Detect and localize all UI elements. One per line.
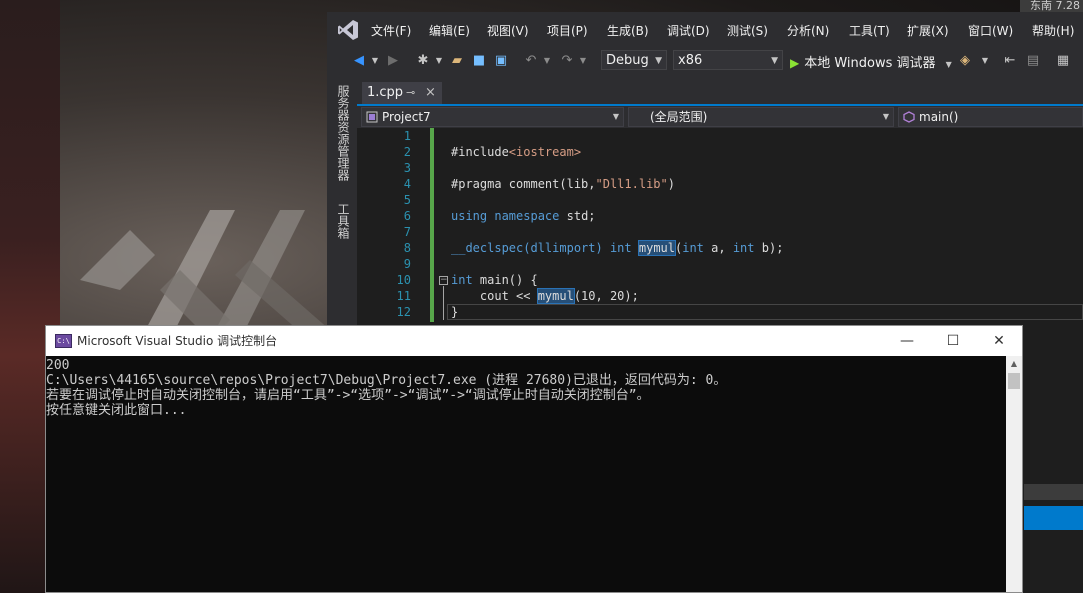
change-tracking-bar: [430, 128, 434, 322]
chevron-down-icon: ▼: [945, 60, 952, 69]
undo-icon[interactable]: ↶: [523, 53, 539, 69]
right-panel-header: [1024, 484, 1083, 500]
scrollbar-thumb[interactable]: [1008, 373, 1020, 389]
cpp-project-icon: [366, 111, 378, 123]
open-folder-icon[interactable]: ▰: [449, 53, 465, 69]
navigation-bar: Project7 ▼ (全局范围) ▼ main(): [357, 106, 1083, 128]
chevron-down-icon: ▼: [882, 112, 889, 121]
browse-dropdown-icon[interactable]: ▼: [977, 53, 993, 69]
line-number: 9: [403, 257, 411, 271]
reference-highlight: mymul: [637, 240, 677, 256]
toolbox-tab[interactable]: 工具箱: [335, 203, 350, 239]
menu-build[interactable]: 生成(B): [607, 22, 649, 40]
menu-tools[interactable]: 工具(T): [849, 22, 890, 40]
menu-project[interactable]: 项目(P): [547, 22, 588, 40]
scope-select[interactable]: (全局范围) ▼: [628, 107, 894, 127]
menu-debug[interactable]: 调试(D): [667, 22, 710, 40]
menu-analyze[interactable]: 分析(N): [787, 22, 829, 40]
new-item-icon[interactable]: ✱: [415, 53, 431, 69]
code-line: }: [451, 305, 459, 319]
line-number: 3: [403, 161, 411, 175]
method-icon: [903, 111, 915, 123]
save-icon[interactable]: ■: [471, 53, 487, 69]
play-icon: ▶: [790, 56, 800, 70]
menu-edit[interactable]: 编辑(E): [429, 22, 470, 40]
console-line: 200: [46, 358, 70, 373]
console-line: C:\Users\44165\source\repos\Project7\Deb…: [46, 373, 727, 388]
member-select[interactable]: main(): [898, 107, 1083, 127]
console-scrollbar[interactable]: ▲: [1006, 356, 1022, 592]
menu-bar: 文件(F) 编辑(E) 视图(V) 项目(P) 生成(B) 调试(D) 测试(S…: [327, 12, 1083, 47]
code-line: __declspec(dllimport) int mymul(int a, i…: [451, 240, 784, 256]
menu-file[interactable]: 文件(F): [371, 22, 411, 40]
line-number: 10: [396, 273, 411, 287]
chevron-down-icon: ▼: [612, 112, 619, 121]
current-line-highlight: [447, 304, 1083, 320]
menu-view[interactable]: 视图(V): [487, 22, 529, 40]
line-number: 5: [403, 193, 411, 207]
code-line: int main() {: [451, 273, 538, 287]
step-icon[interactable]: ⇤: [1002, 53, 1018, 69]
visual-studio-logo-icon: [338, 20, 358, 40]
line-number: 8: [403, 241, 411, 255]
solution-configuration-select[interactable]: Debug ▼: [601, 50, 667, 70]
reference-highlight: mymul: [536, 288, 575, 304]
back-icon[interactable]: ◀: [351, 53, 367, 69]
save-all-icon[interactable]: ▣: [493, 53, 509, 69]
forward-icon[interactable]: ▶: [385, 53, 401, 69]
line-number: 6: [403, 209, 411, 223]
tab-1-cpp[interactable]: 1.cpp ⊸ ×: [362, 82, 442, 104]
undo-dropdown-icon[interactable]: ▼: [539, 53, 555, 69]
console-title: Microsoft Visual Studio 调试控制台: [77, 334, 278, 348]
line-number: 1: [403, 129, 411, 143]
console-line: 按任意键关闭此窗口...: [46, 403, 187, 418]
server-explorer-tab[interactable]: 服务器资源管理器: [335, 85, 350, 181]
code-line: #include<iostream>: [451, 145, 582, 159]
document-tab-well: 1.cpp ⊸ ×: [357, 80, 1083, 104]
minimize-button[interactable]: —: [884, 326, 930, 356]
pin-icon[interactable]: ⊸: [406, 82, 415, 104]
line-number: 11: [396, 289, 411, 303]
chevron-down-icon: ▼: [771, 56, 778, 66]
code-line: #pragma comment(lib,"Dll1.lib"): [451, 177, 675, 191]
console-app-icon: C:\: [55, 334, 72, 348]
menu-help[interactable]: 帮助(H): [1032, 22, 1074, 40]
redo-dropdown-icon[interactable]: ▼: [575, 53, 591, 69]
new-item-dropdown-icon[interactable]: ▼: [431, 53, 447, 69]
browse-icon[interactable]: ◈: [957, 53, 973, 69]
project-select[interactable]: Project7 ▼: [361, 107, 624, 127]
line-number: 7: [403, 225, 411, 239]
line-number: 4: [403, 177, 411, 191]
collapse-icon[interactable]: −: [439, 276, 448, 285]
code-line: cout << mymul(10, 20);: [451, 288, 639, 304]
menu-test[interactable]: 测试(S): [727, 22, 768, 40]
maximize-button[interactable]: ☐: [930, 326, 976, 356]
back-dropdown-icon[interactable]: ▼: [367, 53, 383, 69]
code-line: using namespace std;: [451, 209, 596, 223]
debug-console-window: C:\ Microsoft Visual Studio 调试控制台 — ☐ ✕ …: [45, 325, 1023, 593]
right-panel-selected-row[interactable]: [1024, 506, 1083, 530]
toolbar-overflow-icon[interactable]: ▦: [1055, 53, 1071, 69]
line-number: 12: [396, 305, 411, 319]
close-tab-icon[interactable]: ×: [425, 82, 436, 104]
wallpaper-logo: [80, 210, 330, 345]
outline-guide: [443, 286, 444, 320]
start-debugging-button[interactable]: ▶ 本地 Windows 调试器 ▼: [790, 54, 952, 72]
menu-extensions[interactable]: 扩展(X): [907, 22, 949, 40]
standard-toolbar: ◀ ▼ ▶ ✱ ▼ ▰ ■ ▣ ↶ ▼ ↷ ▼ Debug ▼ x86 ▼ ▶ 本…: [327, 47, 1083, 77]
solution-platform-select[interactable]: x86 ▼: [673, 50, 783, 70]
line-number: 2: [403, 145, 411, 159]
console-output[interactable]: 200 C:\Users\44165\source\repos\Project7…: [46, 356, 1006, 592]
console-line: 若要在调试停止时自动关闭控制台，请启用“工具”->“选项”->“调试”->“调试…: [46, 388, 650, 403]
menu-window[interactable]: 窗口(W): [968, 22, 1013, 40]
chevron-down-icon: ▼: [655, 56, 662, 66]
console-title-bar[interactable]: C:\ Microsoft Visual Studio 调试控制台 — ☐ ✕: [46, 326, 1022, 356]
scroll-up-icon[interactable]: ▲: [1006, 356, 1022, 372]
taskbar-clock-partial: 东南 7.28: [1020, 0, 1083, 12]
close-button[interactable]: ✕: [976, 326, 1022, 356]
redo-icon[interactable]: ↷: [559, 53, 575, 69]
comment-icon[interactable]: ▤: [1025, 53, 1041, 69]
